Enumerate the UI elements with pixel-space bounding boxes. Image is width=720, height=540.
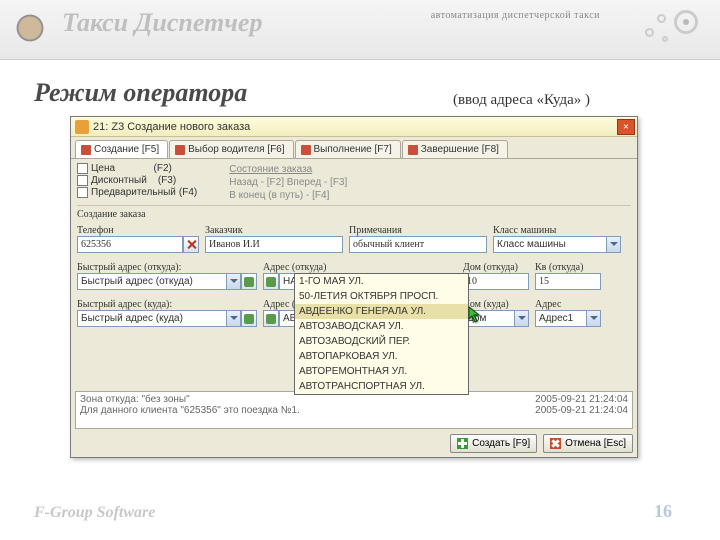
dropdown-option[interactable]: АВТОЗАВОДСКИЙ ПЕР.	[295, 334, 468, 349]
log-area: 2005-09-21 21:24:04 Зона откуда: "без зон…	[75, 391, 633, 429]
log-ts: 2005-09-21 21:24:04	[535, 394, 628, 405]
select-carclass[interactable]: Класс машины	[493, 236, 621, 253]
tab-exec[interactable]: Выполнение [F7]	[295, 140, 401, 158]
section-label: Создание заказа	[77, 209, 631, 220]
tab-finish[interactable]: Завершение [F8]	[402, 140, 508, 158]
refresh-icon	[244, 277, 254, 287]
input-apt-from[interactable]: 15	[535, 273, 601, 290]
slide-title: Режим оператора	[34, 78, 720, 108]
tab-icon	[175, 145, 185, 155]
status-block: Состояние заказа Назад - [F2] Вперед - […	[229, 163, 347, 202]
lbl-carclass: Класс машины	[493, 225, 621, 236]
cursor-icon	[467, 305, 485, 323]
lbl-aptfrom: Кв (откуда)	[535, 262, 601, 273]
select-quick-from[interactable]: Быстрый адрес (откуда)	[77, 273, 241, 290]
plus-icon	[457, 438, 468, 449]
create-button[interactable]: Создать [F9]	[450, 434, 537, 453]
brand-tagline: автоматизация диспетчерской такси	[431, 10, 600, 21]
lbl-customer: Заказчик	[205, 225, 343, 236]
refresh-icon	[244, 314, 254, 324]
tab-label: Создание [F5]	[94, 144, 159, 155]
chk-price[interactable]: Цена (F2)	[77, 163, 197, 174]
window-title: 21: Z3 Создание нового заказа	[93, 121, 250, 133]
headset-avatar	[8, 6, 52, 50]
tab-create[interactable]: Создание [F5]	[75, 140, 168, 158]
cancel-button[interactable]: Отмена [Esc]	[543, 434, 633, 453]
dropdown-option[interactable]: 50-ЛЕТИЯ ОКТЯБРЯ ПРОСП.	[295, 289, 468, 304]
lbl-notes: Примечания	[349, 225, 487, 236]
chevron-down-icon	[226, 311, 240, 326]
cancel-icon	[550, 438, 561, 449]
dropdown-option[interactable]: АВДЕЕНКО ГЕНЕРАЛА УЛ.	[295, 304, 468, 319]
lbl-housefrom: Дом (откуда)	[463, 262, 529, 273]
lbl-addr2: Адрес	[535, 299, 601, 310]
x-icon	[186, 239, 197, 250]
button-bar: Создать [F9] Отмена [Esc]	[75, 432, 633, 454]
tab-label: Выполнение [F7]	[314, 144, 392, 155]
addr-from-button[interactable]	[263, 273, 279, 290]
input-house-from[interactable]: 10	[463, 273, 529, 290]
tab-driver[interactable]: Выбор водителя [F6]	[169, 140, 293, 158]
dropdown-option[interactable]: 1-ГО МАЯ УЛ.	[295, 274, 468, 289]
slide-subtitle: (ввод адреса «Куда» )	[453, 92, 590, 109]
close-button[interactable]: ×	[617, 119, 635, 135]
dropdown-option[interactable]: АВТОПАРКОВАЯ УЛ.	[295, 349, 468, 364]
app-window: 21: Z3 Создание нового заказа × Создание…	[70, 116, 638, 458]
addr-to-dropdown[interactable]: 1-ГО МАЯ УЛ. 50-ЛЕТИЯ ОКТЯБРЯ ПРОСП. АВД…	[294, 273, 469, 395]
chevron-down-icon	[586, 311, 600, 326]
tab-label: Завершение [F8]	[421, 144, 499, 155]
lookup-icon	[266, 314, 276, 324]
log-line: Зона откуда: "без зоны"	[80, 394, 190, 405]
dropdown-option[interactable]: АВТОТРАНСПОРТНАЯ УЛ.	[295, 379, 468, 394]
input-customer[interactable]: Иванов И.И	[205, 236, 343, 253]
select-quick-to[interactable]: Быстрый адрес (куда)	[77, 310, 241, 327]
chk-prelim[interactable]: Предварительный (F4)	[77, 187, 197, 198]
page-number: 16	[654, 501, 672, 522]
quick-to-button[interactable]	[241, 310, 257, 327]
addr-to-button[interactable]	[263, 310, 279, 327]
input-phone[interactable]: 625356	[77, 236, 183, 253]
log-line: Для данного клиента "625356" это поездка…	[80, 405, 300, 416]
app-icon	[75, 120, 89, 134]
chevron-down-icon	[226, 274, 240, 289]
lbl-phone: Телефон	[77, 225, 199, 236]
option-checkboxes: Цена (F2) Дисконтный (F3) Предварительны…	[77, 163, 197, 198]
tab-label: Выбор водителя [F6]	[188, 144, 284, 155]
tab-icon	[81, 145, 91, 155]
decorative-circles	[612, 8, 702, 52]
chk-discount[interactable]: Дисконтный (F3)	[77, 175, 197, 186]
tab-bar: Создание [F5] Выбор водителя [F6] Выполн…	[71, 137, 637, 159]
window-titlebar[interactable]: 21: Z3 Создание нового заказа ×	[71, 117, 637, 137]
log-ts: 2005-09-21 21:24:04	[535, 405, 628, 416]
lbl-qfrom: Быстрый адрес (откуда):	[77, 262, 257, 273]
phone-clear-button[interactable]	[183, 236, 199, 253]
quick-from-button[interactable]	[241, 273, 257, 290]
input-notes[interactable]: обычный клиент	[349, 236, 487, 253]
tab-icon	[301, 145, 311, 155]
select-addr2[interactable]: Адрес1	[535, 310, 601, 327]
tab-icon	[408, 145, 418, 155]
dropdown-option[interactable]: АВТОЗАВОДСКАЯ УЛ.	[295, 319, 468, 334]
lbl-qto: Быстрый адрес (куда):	[77, 299, 257, 310]
window-body: Цена (F2) Дисконтный (F3) Предварительны…	[71, 159, 637, 331]
dropdown-option[interactable]: АВТОРЕМОНТНАЯ УЛ.	[295, 364, 468, 379]
lookup-icon	[266, 277, 276, 287]
chevron-down-icon	[606, 237, 620, 252]
chevron-down-icon	[514, 311, 528, 326]
slide-header: Такси Диспетчер автоматизация диспетчерс…	[0, 0, 720, 60]
footer-company: F-Group Software	[34, 504, 155, 522]
lbl-addrfrom: Адрес (откуда)	[263, 262, 457, 273]
